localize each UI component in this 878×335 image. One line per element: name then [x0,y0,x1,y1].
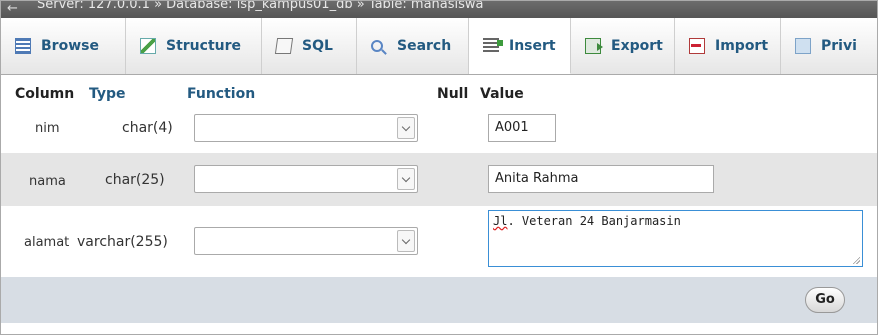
breadcrumb-text: Server: 127.0.0.1 » Database: isp_kampus… [37,1,484,12]
function-select[interactable] [194,114,418,142]
chevron-down-icon [397,168,415,190]
breadcrumb: ← Server: 127.0.0.1 » Database: isp_kamp… [1,1,877,18]
column-type: char(25) [105,172,165,188]
insert-form-window: ← Server: 127.0.0.1 » Database: isp_kamp… [0,0,878,335]
function-select[interactable] [194,165,418,193]
resize-grip-icon[interactable] [852,256,860,264]
tab-privileges-label: Privi [821,38,857,54]
value-textarea-alamat[interactable]: Jl. Veteran 24 Banjarmasin [488,210,863,267]
back-arrow-icon[interactable]: ← [7,1,18,17]
tab-browse[interactable]: Browse [1,18,126,74]
spellcheck-word: Jl [493,214,508,228]
tab-search[interactable]: Search [357,18,469,74]
tab-insert[interactable]: Insert [469,18,571,74]
column-name: alamat [24,235,70,250]
tab-bar: Browse Structure SQL Search Insert Expor… [1,18,877,75]
header-null: Null [437,86,469,102]
column-name: nim [35,121,60,136]
export-icon [585,38,603,54]
table-row: nama char(25) Anita Rahma [1,153,877,206]
header-column: Column [15,86,75,102]
column-type: char(4) [122,120,173,136]
sql-icon [274,38,294,54]
header-type[interactable]: Type [89,86,126,102]
tab-insert-label: Insert [509,37,556,54]
tab-sql[interactable]: SQL [262,18,357,74]
go-button[interactable]: Go [805,287,845,313]
tab-structure[interactable]: Structure [126,18,262,74]
browse-icon [15,38,31,54]
value-text-rest: . Veteran 24 Banjarmasin [507,214,681,228]
form-footer [1,277,877,323]
tab-export-label: Export [611,38,663,54]
column-type: varchar(255) [77,234,168,250]
tab-sql-label: SQL [302,38,333,54]
tab-import-label: Import [715,38,769,54]
column-name: nama [29,174,66,189]
header-value: Value [480,86,524,102]
search-icon [371,40,383,52]
chevron-down-icon [397,117,415,139]
structure-icon [140,38,156,54]
table-row: nim char(4) A001 [1,105,877,153]
import-icon [689,38,705,54]
tab-structure-label: Structure [166,38,242,54]
function-select[interactable] [194,227,418,255]
tab-search-label: Search [397,38,452,54]
value-input-nama[interactable]: Anita Rahma [488,165,714,193]
value-input-nim[interactable]: A001 [488,114,556,142]
tab-import[interactable]: Import [675,18,781,74]
chevron-down-icon [397,230,415,252]
privileges-icon [795,38,811,54]
tab-export[interactable]: Export [571,18,675,74]
table-header: Column Type Function Null Value [1,83,877,105]
tab-browse-label: Browse [41,38,99,54]
tab-privileges[interactable]: Privi [781,18,877,74]
insert-icon [483,37,503,54]
header-function[interactable]: Function [187,86,255,102]
